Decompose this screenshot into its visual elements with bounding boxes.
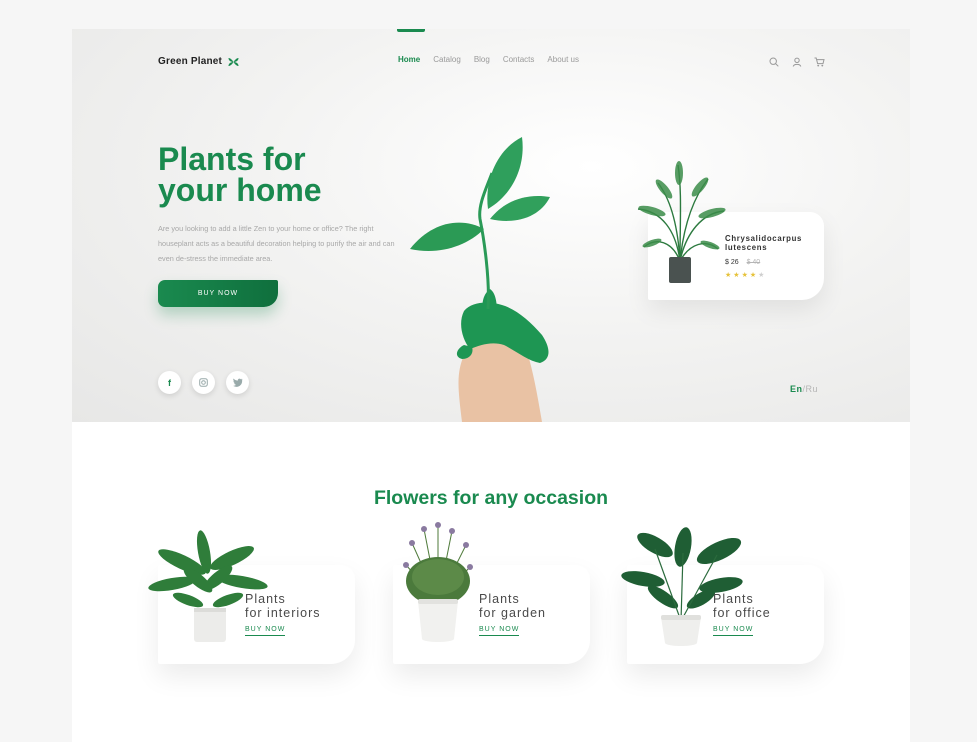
- cart-icon[interactable]: [813, 55, 826, 68]
- palm-plant-image: [637, 161, 726, 283]
- user-icon[interactable]: [790, 55, 803, 68]
- garden-buy-now-link[interactable]: BUY NOW: [479, 626, 520, 636]
- hero-title-line2: your home: [158, 172, 322, 208]
- brand-name: Green Planet: [158, 56, 223, 67]
- category-line1: Plants: [479, 592, 520, 606]
- nav-catalog[interactable]: Catalog: [433, 55, 461, 64]
- product-old-price: $ 40: [746, 259, 761, 266]
- hero-description: Are you looking to add a little Zen to y…: [158, 224, 395, 263]
- language-switcher: En/Ru: [790, 384, 818, 394]
- category-line2: for interiors: [245, 605, 321, 620]
- hero-title: Plants for your home: [158, 143, 418, 208]
- category-line2: for garden: [479, 605, 546, 620]
- product-price: $ 26 $ 40: [725, 259, 760, 266]
- header-actions: [767, 55, 826, 68]
- category-label-office: Plants for office: [713, 592, 771, 620]
- search-icon[interactable]: [767, 55, 780, 68]
- social-links: f: [158, 371, 249, 394]
- category-line1: Plants: [245, 592, 286, 606]
- interiors-buy-now-link[interactable]: BUY NOW: [245, 626, 286, 636]
- category-label-interiors: Plants for interiors: [245, 592, 321, 620]
- hero-buy-now-button[interactable]: BUY NOW: [158, 280, 278, 307]
- lang-ru[interactable]: Ru: [806, 384, 819, 394]
- hand-sprout-illustration: [410, 137, 550, 422]
- main-nav: Home Catalog Blog Contacts About us: [398, 29, 579, 89]
- nav-home[interactable]: Home: [398, 55, 420, 64]
- category-line2: for office: [713, 605, 771, 620]
- rating-star-icon: ★: [749, 272, 759, 279]
- nav-blog[interactable]: Blog: [474, 55, 490, 64]
- category-label-garden: Plants for garden: [479, 592, 546, 620]
- nav-contacts[interactable]: Contacts: [503, 55, 535, 64]
- category-line1: Plants: [713, 592, 754, 606]
- nav-about-us[interactable]: About us: [547, 55, 579, 64]
- product-rating: ★★★★★: [725, 271, 766, 279]
- leaf-logo-icon: [228, 57, 239, 66]
- logo[interactable]: Green Planet: [158, 56, 239, 67]
- rating-star-icon: ★: [758, 272, 767, 279]
- occasions-title: Flowers for any occasion: [373, 487, 609, 509]
- twitter-icon[interactable]: [226, 371, 249, 394]
- product-current-price: $ 26: [725, 259, 739, 266]
- rating-star-icon: ★: [733, 272, 742, 279]
- product-name[interactable]: Chrysalidocarpus lutescens: [725, 234, 825, 252]
- page: Green Planet Home Catalog Blog Contacts …: [72, 29, 910, 742]
- instagram-icon[interactable]: [192, 371, 215, 394]
- rating-star-icon: ★: [741, 272, 750, 279]
- facebook-icon[interactable]: f: [158, 371, 181, 394]
- lang-en[interactable]: En: [790, 384, 803, 394]
- office-buy-now-link[interactable]: BUY NOW: [713, 626, 754, 636]
